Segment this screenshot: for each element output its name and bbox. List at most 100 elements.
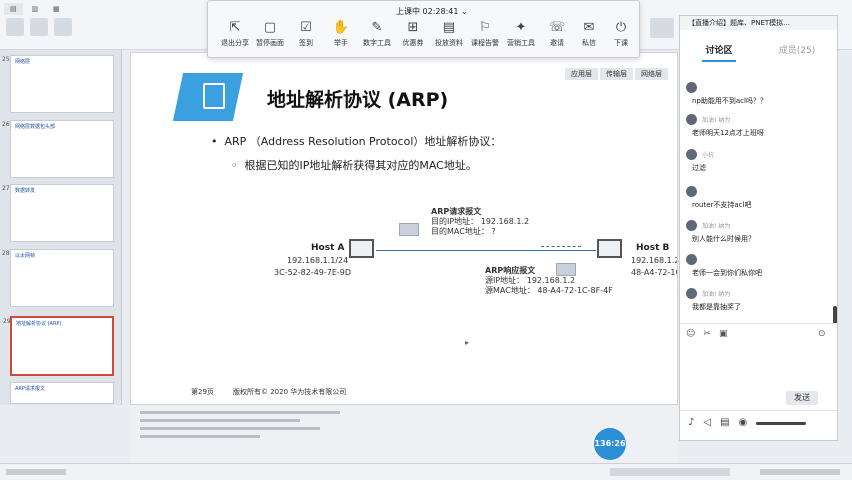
- exit-icon: ⇱: [229, 20, 241, 35]
- pause-icon: ▢: [263, 20, 277, 35]
- notes-line: [140, 419, 300, 422]
- tab-discussion[interactable]: 讨论区: [680, 43, 758, 56]
- reply-line-2: 源MAC地址： 48-A4-72-1C-8F-4F: [485, 286, 613, 295]
- thumbnail-26[interactable]: 26 网络层数据包头部: [2, 120, 114, 178]
- course-alert-button[interactable]: ⚐ 课程告警: [466, 21, 504, 48]
- view-controls[interactable]: [610, 468, 730, 476]
- marketing-tools-button[interactable]: ✦ 营销工具: [502, 21, 540, 48]
- settings-icon[interactable]: ⊙: [818, 329, 826, 339]
- exit-share-button[interactable]: ⇱ 退出分享: [216, 21, 254, 48]
- thumbnail-27[interactable]: 27 数据转发: [2, 184, 114, 242]
- ribbon-icon[interactable]: [650, 18, 674, 38]
- chat-panel: 【直播介绍】题库、PNET模拟... 讨论区 成员(25) np助能用不到acl…: [679, 15, 838, 441]
- message-text: 老师一会到你们私你吧: [692, 269, 762, 277]
- live-intro-tab[interactable]: 【直播介绍】题库、PNET模拟...: [680, 16, 837, 30]
- floating-timer[interactable]: 136:26: [594, 428, 626, 460]
- thumbnail-28[interactable]: 28 以太网帧: [2, 249, 114, 307]
- end-icon: ⏻: [615, 20, 627, 35]
- digital-tools-button[interactable]: ✎ 数字工具: [358, 21, 396, 48]
- divider: [680, 410, 837, 411]
- status-text: 上课中 02:28:41: [396, 7, 459, 16]
- request-line-1: 目的IP地址： 192.168.1.2: [431, 217, 530, 226]
- button-label: 优惠券: [402, 39, 424, 47]
- thumbnail-29[interactable]: 29 地址解析协议 (ARP): [3, 316, 114, 376]
- end-class-button[interactable]: ⏻ 下课: [602, 21, 640, 48]
- arp-request-block: ARP请求报文 目的IP地址： 192.168.1.2 目的MAC地址： ?: [431, 207, 529, 237]
- active-tab-indicator: [702, 60, 736, 62]
- microphone-icon[interactable]: ♪: [688, 417, 694, 428]
- thumb-title: 数据转发: [15, 188, 36, 194]
- thumb-number: 29: [3, 318, 11, 325]
- live-class-toolbar: 上课中 02:28:41 ⌄ ⇱ 退出分享 ▢ 暂停画面 ☑ 签到 ✋ 举手 ✎ 数字工具…: [207, 0, 640, 58]
- button-label: 下课: [614, 39, 628, 47]
- layout-icon[interactable]: [30, 18, 48, 36]
- bullet-2-text: 根据已知的IP地址解析获得其对应的MAC地址。: [244, 159, 477, 172]
- message-text: 过滤: [692, 164, 706, 172]
- avatar: [686, 186, 697, 197]
- button-label: 退出分享: [221, 39, 249, 47]
- thumb-title: 地址解析协议 (ARP): [16, 321, 62, 327]
- thumbnail-25[interactable]: 25 网络层: [2, 55, 114, 113]
- check-icon: ☑: [300, 20, 312, 35]
- reply-arrow: [541, 246, 581, 247]
- zoom-slider[interactable]: [760, 469, 840, 475]
- coupon-icon: ⊞: [407, 20, 419, 35]
- sender-name: 小杭: [702, 152, 715, 159]
- send-button[interactable]: 发送: [786, 391, 818, 405]
- chat-scrollbar[interactable]: [833, 306, 837, 324]
- chat-input-toolbar: ☺ ✂ ▣: [686, 329, 727, 339]
- slide-thumbnail-panel: 25 网络层 26 网络层数据包头部 27 数据转发 28 以太网帧 29 地址解析协议 …: [0, 50, 122, 405]
- button-label: 举手: [334, 39, 348, 47]
- layer-tag: 传输层: [600, 68, 633, 80]
- raise-hand-button[interactable]: ✋ 举手: [322, 21, 360, 48]
- layer-tags: 应用层 传输层 网络层: [565, 68, 668, 80]
- scissors-icon[interactable]: ✂: [703, 329, 711, 339]
- pause-screen-button[interactable]: ▢ 暂停画面: [251, 21, 289, 48]
- new-slide-icon[interactable]: [6, 18, 24, 36]
- layer-tag: 应用层: [565, 68, 598, 80]
- share-icon[interactable]: ▤: [720, 417, 729, 428]
- section-icon[interactable]: [54, 18, 72, 36]
- bullet-1-text: ARP （Address Resolution Protocol）地址解析协议：: [224, 135, 502, 148]
- reply-line-1: 源IP地址： 192.168.1.2: [485, 276, 576, 285]
- avatar: [686, 82, 697, 93]
- button-label: 签到: [299, 39, 313, 47]
- image-icon[interactable]: ▣: [719, 329, 728, 339]
- request-heading: ARP请求报文: [431, 207, 482, 216]
- tools-icon: ✎: [371, 20, 383, 35]
- status-bar: [0, 463, 852, 480]
- sign-in-button[interactable]: ☑ 签到: [287, 21, 325, 48]
- deliver-materials-button[interactable]: ▤ 投放资料: [430, 21, 468, 48]
- slide-title: 地址解析协议 (ARP): [267, 89, 449, 111]
- button-label: 数字工具: [363, 39, 391, 47]
- tab-members[interactable]: 成员(25): [758, 43, 836, 56]
- thumbnail-30[interactable]: 30ARP请求报文: [10, 382, 114, 404]
- speaker-icon[interactable]: ◁: [703, 417, 711, 428]
- thumb-number: 28: [2, 250, 10, 257]
- message-text: 老师明天12点才上班呀: [692, 129, 764, 137]
- notes-line: [140, 427, 320, 430]
- avatar: [686, 220, 697, 231]
- camera-icon[interactable]: ◉: [739, 417, 748, 428]
- coupon-button[interactable]: ⊞ 优惠券: [394, 21, 432, 48]
- chevron-down-icon[interactable]: ⌄: [461, 7, 468, 16]
- slide-canvas: 应用层 传输层 网络层 地址解析协议 (ARP) • ARP （Address …: [130, 52, 678, 405]
- doc-icon: ▤: [442, 20, 456, 35]
- thumb-number: 27: [2, 185, 10, 192]
- button-label: 投放资料: [435, 39, 463, 47]
- hand-icon: ✋: [332, 20, 350, 35]
- tab-start[interactable]: ▤: [4, 3, 23, 15]
- tab-insert[interactable]: ▥: [26, 3, 45, 15]
- host-b-ip: 192.168.1.2: [631, 256, 677, 265]
- layer-tag: 网络层: [635, 68, 668, 80]
- footer-page: 第29页: [191, 388, 214, 396]
- tab-design[interactable]: ▦: [47, 3, 66, 15]
- volume-slider[interactable]: [756, 422, 807, 425]
- bullet-1: • ARP （Address Resolution Protocol）地址解析协…: [211, 135, 502, 148]
- button-label: 营销工具: [507, 39, 535, 47]
- emoji-icon[interactable]: ☺: [686, 329, 695, 339]
- alert-icon: ⚐: [479, 20, 491, 35]
- message-text: router不支持acl吧: [692, 201, 752, 209]
- sender-name: 加油! 纳为: [702, 291, 731, 298]
- file-tabs: ▤ ▥ ▦: [4, 3, 66, 15]
